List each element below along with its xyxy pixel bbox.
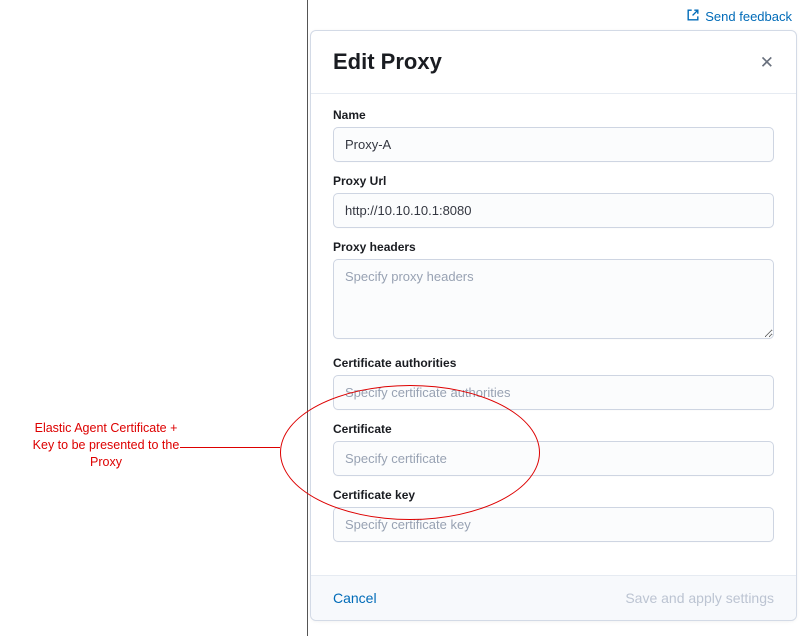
certificate-key-input[interactable]: [333, 507, 774, 542]
certificate-group: Certificate: [333, 422, 774, 476]
panel-body: Name Proxy Url Proxy headers Certificate…: [311, 94, 796, 575]
certificate-key-label: Certificate key: [333, 488, 774, 502]
proxy-url-label: Proxy Url: [333, 174, 774, 188]
edit-proxy-panel: Edit Proxy ✕ Name Proxy Url Proxy header…: [310, 30, 797, 621]
proxy-headers-label: Proxy headers: [333, 240, 774, 254]
panel-title: Edit Proxy: [333, 49, 442, 75]
name-label: Name: [333, 108, 774, 122]
vertical-divider: [307, 0, 308, 636]
certificate-key-group: Certificate key: [333, 488, 774, 542]
certificate-label: Certificate: [333, 422, 774, 436]
proxy-headers-group: Proxy headers: [333, 240, 774, 344]
cancel-button[interactable]: Cancel: [333, 590, 377, 606]
annotation-text: Elastic Agent Certificate + Key to be pr…: [31, 420, 181, 471]
cert-authorities-input[interactable]: [333, 375, 774, 410]
proxy-url-group: Proxy Url: [333, 174, 774, 228]
cert-authorities-group: Certificate authorities: [333, 356, 774, 410]
panel-footer: Cancel Save and apply settings: [311, 575, 796, 620]
send-feedback-label: Send feedback: [705, 9, 792, 24]
name-group: Name: [333, 108, 774, 162]
send-feedback-link[interactable]: Send feedback: [686, 8, 792, 25]
annotation-connector-line: [180, 447, 280, 448]
close-icon[interactable]: ✕: [760, 54, 774, 71]
name-input[interactable]: [333, 127, 774, 162]
panel-header: Edit Proxy ✕: [311, 31, 796, 94]
save-button[interactable]: Save and apply settings: [625, 590, 774, 606]
proxy-url-input[interactable]: [333, 193, 774, 228]
external-link-icon: [686, 8, 700, 25]
certificate-input[interactable]: [333, 441, 774, 476]
proxy-headers-textarea[interactable]: [333, 259, 774, 339]
cert-authorities-label: Certificate authorities: [333, 356, 774, 370]
